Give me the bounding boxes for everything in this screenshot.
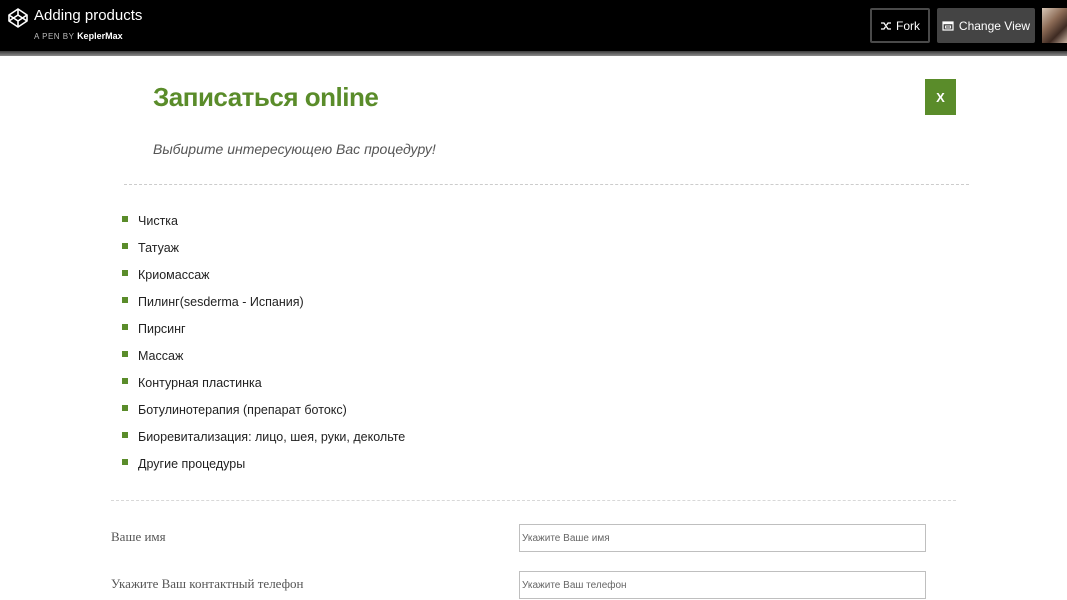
bullet-icon	[122, 351, 128, 357]
procedure-label: Контурная пластинка	[138, 376, 262, 390]
procedure-label: Массаж	[138, 349, 184, 363]
procedure-label: Чистка	[138, 214, 178, 228]
bullet-icon	[122, 216, 128, 222]
bullet-icon	[122, 459, 128, 465]
bullet-icon	[122, 378, 128, 384]
user-avatar[interactable]	[1042, 8, 1067, 43]
codepen-logo-icon[interactable]	[8, 8, 28, 28]
procedure-item[interactable]: Криомассаж	[122, 268, 405, 295]
phone-input[interactable]	[519, 571, 926, 599]
fork-icon	[881, 21, 891, 30]
change-view-label: Change View	[958, 18, 1031, 33]
bullet-icon	[122, 324, 128, 330]
procedure-item[interactable]: Массаж	[122, 349, 405, 376]
procedure-item[interactable]: Пирсинг	[122, 322, 405, 349]
header-divider	[0, 51, 1067, 56]
change-view-button[interactable]: Change View	[937, 8, 1035, 43]
section-divider	[124, 184, 969, 185]
procedure-label: Другие процедуры	[138, 457, 246, 471]
procedure-item[interactable]: Татуаж	[122, 241, 405, 268]
procedure-item[interactable]: Контурная пластинка	[122, 376, 405, 403]
pen-author-line: A PEN BY KeplerMax	[34, 31, 123, 41]
close-button[interactable]: X	[925, 79, 956, 115]
procedure-item[interactable]: Чистка	[122, 214, 405, 241]
pen-by-prefix: A PEN BY	[34, 32, 75, 41]
procedure-item[interactable]: Другие процедуры	[122, 457, 405, 484]
section-divider	[111, 500, 956, 501]
procedure-label: Пилинг(sesderma - Испания)	[138, 295, 304, 309]
procedure-label: Пирсинг	[138, 322, 186, 336]
phone-label: Укажите Ваш контактный телефон	[111, 576, 304, 591]
procedure-item[interactable]: Биоревитализация: лицо, шея, руки, декол…	[122, 430, 405, 457]
bullet-icon	[122, 432, 128, 438]
bullet-icon	[122, 243, 128, 249]
name-input[interactable]	[519, 524, 926, 552]
procedure-label: Криомассаж	[138, 268, 210, 282]
procedure-label: Татуаж	[138, 241, 180, 255]
procedure-item[interactable]: Ботулинотерапия (препарат ботокс)	[122, 403, 405, 430]
bullet-icon	[122, 297, 128, 303]
change-view-icon	[942, 20, 954, 31]
form-title: Записаться online	[153, 82, 379, 112]
codepen-header: Adding products A PEN BY KeplerMax Fork …	[0, 0, 1067, 51]
procedure-item[interactable]: Пилинг(sesderma - Испания)	[122, 295, 405, 322]
fork-button[interactable]: Fork	[870, 8, 930, 43]
pen-title[interactable]: Adding products	[34, 7, 142, 24]
procedure-list: Чистка Татуаж Криомассаж Пилинг(sesderma…	[122, 214, 405, 484]
bullet-icon	[122, 270, 128, 276]
form-subtitle: Выбирите интересующею Вас процедуру!	[153, 141, 436, 157]
bullet-icon	[122, 405, 128, 411]
name-label: Ваше имя	[111, 529, 166, 544]
pen-author-link[interactable]: KeplerMax	[77, 31, 123, 41]
procedure-label: Биоревитализация: лицо, шея, руки, декол…	[138, 430, 406, 444]
procedure-label: Ботулинотерапия (препарат ботокс)	[138, 403, 347, 417]
fork-label: Fork	[896, 18, 920, 33]
